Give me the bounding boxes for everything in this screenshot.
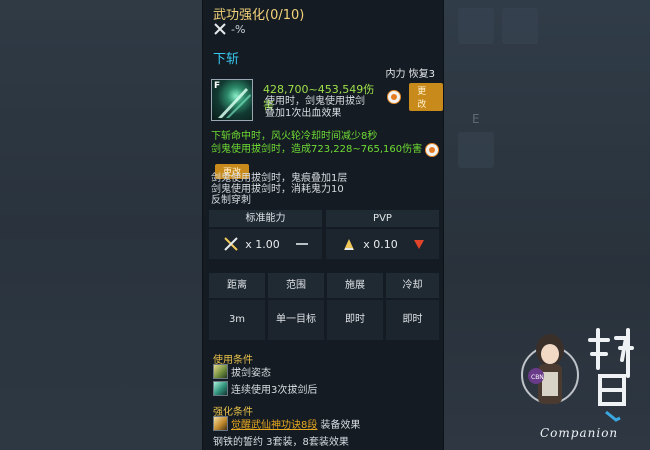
draw-stance-icon: [213, 364, 228, 379]
use-condition-text: 连续使用3次拔剑后: [231, 385, 318, 396]
cooldown-header: 冷却: [386, 273, 439, 298]
use-condition-row: 连续使用3次拔剑后: [213, 381, 317, 396]
standard-ability-value: x 1.00: [209, 229, 322, 259]
bonus-line-text: 剑鬼使用拔剑时，造成723,228~765,160伤害: [211, 144, 423, 155]
pvp-header: PVP: [326, 210, 439, 227]
desc-line: 叠加1次出血效果: [265, 108, 342, 119]
fist-icon: [425, 143, 440, 157]
use-condition-text: 拔剑姿态: [231, 368, 271, 379]
desc-line: 使用时，剑鬼使用拔剑: [265, 96, 365, 107]
pvp-multiplier: x 0.10: [363, 237, 398, 251]
crit-row: -%: [213, 22, 245, 36]
fist-icon: [387, 90, 402, 104]
cast-value: 即时: [327, 300, 383, 340]
bonus-line: 剑鬼使用拔剑时，造成723,228~765,160伤害: [211, 143, 440, 157]
effect-line: 剑鬼使用拔剑时，消耗鬼力10: [211, 184, 344, 195]
set-suffix: 装备效果: [320, 420, 361, 431]
enhance-condition-row: 觉醒武仙神功诀8段 装备效果: [213, 416, 360, 431]
pvp-value: x 0.10: [326, 229, 439, 259]
bg-key-e: E: [472, 112, 480, 126]
standard-ability-header: 标准能力: [209, 210, 322, 227]
pvp-sword-icon: [344, 239, 355, 250]
bg-skill-slot: [458, 8, 494, 44]
crit-value: -%: [231, 22, 246, 36]
range-value: 3m: [209, 300, 265, 340]
enhance-title: 武功强化(0/10): [213, 8, 305, 23]
skill-icon: F: [211, 79, 253, 121]
set-item-icon: [213, 416, 228, 431]
draw-sword-icon: [213, 381, 228, 396]
skill-cost: 内力 恢复3: [385, 69, 435, 80]
set-bonus-text: 钢铁的誓约 3套装，8套装效果: [213, 437, 349, 448]
effect-line: 剑鬼使用拔剑时，鬼痕叠加1层: [211, 173, 348, 184]
cast-header: 施展: [327, 273, 383, 298]
standard-multiplier: x 1.00: [245, 237, 280, 251]
bonus-line: 下斩命中时，风火轮冷却时间减少8秒: [211, 131, 378, 142]
background-left: [0, 0, 202, 450]
area-header: 范围: [268, 273, 324, 298]
set-name-link[interactable]: 觉醒武仙神功诀8段: [231, 416, 317, 431]
cooldown-value: 即时: [386, 300, 439, 340]
use-condition-row: 拔剑姿态: [213, 364, 271, 379]
effect-list: 剑鬼使用拔剑时，鬼痕叠加1层 剑鬼使用拔剑时，消耗鬼力10 反制穿刺: [211, 173, 347, 206]
enhance-condition-row-2: 钢铁的誓约 3套装，8套装效果: [213, 433, 349, 448]
range-header: 距离: [209, 273, 265, 298]
skill-name: 下斩: [213, 52, 240, 67]
badge-text: CBN: [531, 374, 544, 381]
change-button[interactable]: 更改: [409, 83, 443, 111]
skill-tooltip: 武功强化(0/10) -% 下斩 内力 恢复3 F 428,700~453,54…: [202, 0, 444, 450]
area-value: 单一目标: [268, 300, 324, 340]
companion-brand: Companion: [540, 426, 619, 440]
crossed-swords-icon: [214, 23, 226, 35]
down-arrow-icon: [413, 239, 424, 249]
skill-description: 使用时，剑鬼使用拔剑 叠加1次出血效果: [265, 96, 365, 120]
bonus-effects: 下斩命中时，风火轮冷却时间减少8秒 剑鬼使用拔剑时，造成723,228~765,…: [211, 131, 440, 157]
no-change-dash-icon: [295, 243, 308, 245]
bg-skill-slot: [502, 8, 538, 44]
bg-skill-slot: [458, 132, 494, 168]
effect-line: 反制穿刺: [211, 195, 251, 206]
crossed-swords-icon: [224, 237, 238, 251]
skill-hotkey: F: [214, 81, 221, 91]
